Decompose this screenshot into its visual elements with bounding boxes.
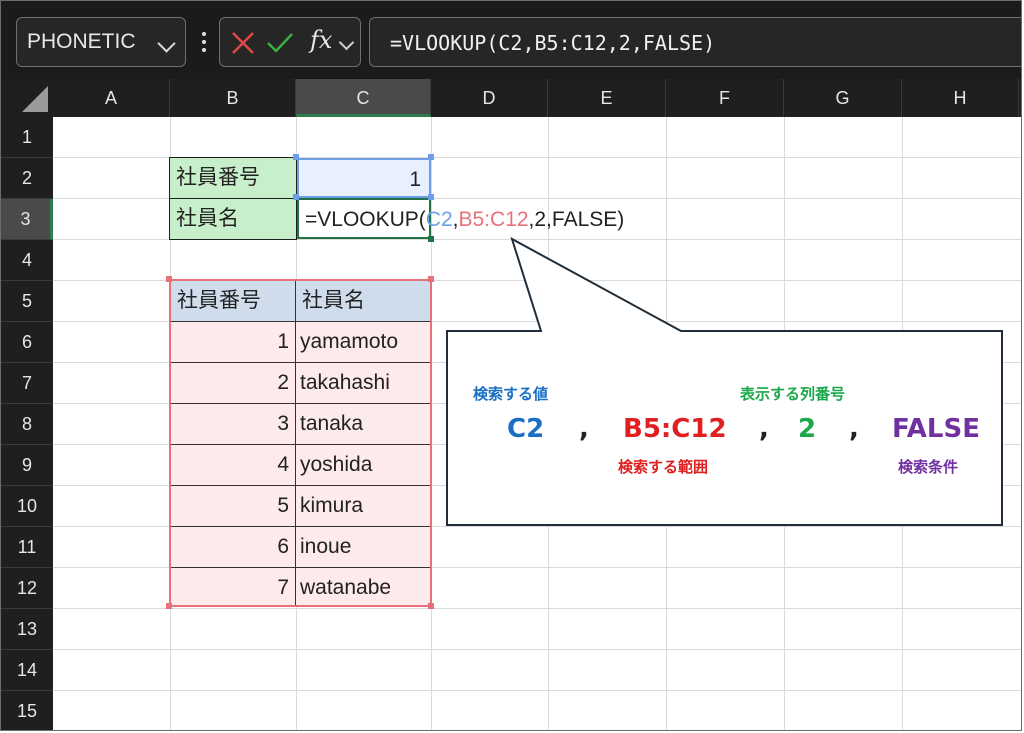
callout-separator: , [579, 414, 589, 444]
name-box-value: PHONETIC [27, 30, 136, 53]
range-handle[interactable] [166, 603, 172, 609]
callout-arg2-caption: 検索する範囲 [618, 458, 709, 476]
confirm-check-icon[interactable] [266, 30, 294, 56]
row-header-6[interactable]: 6 [1, 322, 53, 363]
formula-rest: ,2,FALSE) [528, 208, 625, 231]
formula-input[interactable]: =VLOOKUP(C2,B5:C12,2,FALSE) [369, 17, 1021, 67]
range-handle[interactable] [293, 154, 299, 160]
formula-bar-area: PHONETIC fx =VLOOKUP(C2,B5:C12,2,FALSE) [1, 1, 1021, 79]
callout-arg4: FALSE [892, 414, 980, 444]
row-header-9[interactable]: 9 [1, 445, 53, 486]
row-header-8[interactable]: 8 [1, 404, 53, 445]
callout-arg2: B5:C12 [623, 414, 727, 444]
row-header-14[interactable]: 14 [1, 650, 53, 691]
row-header-2[interactable]: 2 [1, 158, 53, 199]
callout-separator: , [759, 414, 769, 444]
column-header-d[interactable]: D [431, 79, 548, 117]
row-header-3[interactable]: 3 [1, 199, 53, 240]
range-handle[interactable] [428, 276, 434, 282]
range-handle[interactable] [166, 276, 172, 282]
formula-arg-range: B5:C12 [458, 208, 529, 231]
row-header-1[interactable]: 1 [1, 117, 53, 158]
formula-prefix: =VLOOKUP( [305, 208, 426, 231]
insert-function-icon[interactable]: fx [310, 26, 332, 54]
name-box[interactable]: PHONETIC [16, 17, 186, 67]
cell-c2[interactable]: 1 [297, 158, 431, 198]
cell-c3[interactable]: =VLOOKUP(C2,B5:C12,2,FALSE) [297, 198, 624, 239]
cell-b3[interactable]: 社員名 [169, 198, 297, 240]
cell-b2[interactable]: 社員番号 [169, 157, 297, 199]
range-handle[interactable] [428, 154, 434, 160]
callout-arg4-caption: 検索条件 [898, 458, 959, 476]
row-header-5[interactable]: 5 [1, 281, 53, 322]
callout-separator: , [849, 414, 859, 444]
select-all-corner[interactable] [1, 79, 53, 117]
formula-text[interactable]: =VLOOKUP(C2,B5:C12,2,FALSE) [390, 31, 715, 55]
column-header-c[interactable]: C [296, 79, 431, 117]
formula-controls: fx [219, 17, 361, 67]
callout-arg3-caption: 表示する列番号 [740, 385, 846, 403]
row-header-4[interactable]: 4 [1, 240, 53, 281]
formula-arg-c2: C2 [425, 208, 453, 231]
chevron-down-icon[interactable] [157, 34, 176, 53]
more-options-icon[interactable] [202, 32, 206, 52]
chevron-down-icon[interactable] [338, 34, 355, 51]
row-header-7[interactable]: 7 [1, 363, 53, 404]
column-header-f[interactable]: F [666, 79, 784, 117]
row-header-11[interactable]: 11 [1, 527, 53, 568]
callout-arg3: 2 [798, 414, 817, 444]
excel-window: PHONETIC fx =VLOOKUP(C2,B5:C12,2,FALSE) … [0, 0, 1022, 731]
column-header-h[interactable]: H [902, 79, 1019, 117]
callout-arg1: C2 [507, 414, 545, 444]
callout-arg1-caption: 検索する値 [473, 385, 549, 403]
cancel-icon[interactable] [230, 30, 256, 56]
range-highlight-b5-c12 [169, 279, 432, 607]
fill-handle[interactable] [428, 236, 434, 242]
row-header-12[interactable]: 12 [1, 568, 53, 609]
column-header-e[interactable]: E [548, 79, 666, 117]
range-handle[interactable] [428, 603, 434, 609]
column-headers: A B C D E F G H [1, 79, 1021, 117]
row-header-15[interactable]: 15 [1, 691, 53, 730]
column-header-a[interactable]: A [53, 79, 170, 117]
column-header-b[interactable]: B [170, 79, 296, 117]
column-header-g[interactable]: G [784, 79, 902, 117]
row-header-13[interactable]: 13 [1, 609, 53, 650]
range-handle[interactable] [428, 194, 434, 200]
row-headers: 1 2 3 4 5 6 7 8 9 10 11 12 13 14 15 [1, 117, 53, 730]
range-handle[interactable] [293, 194, 299, 200]
row-header-10[interactable]: 10 [1, 486, 53, 527]
